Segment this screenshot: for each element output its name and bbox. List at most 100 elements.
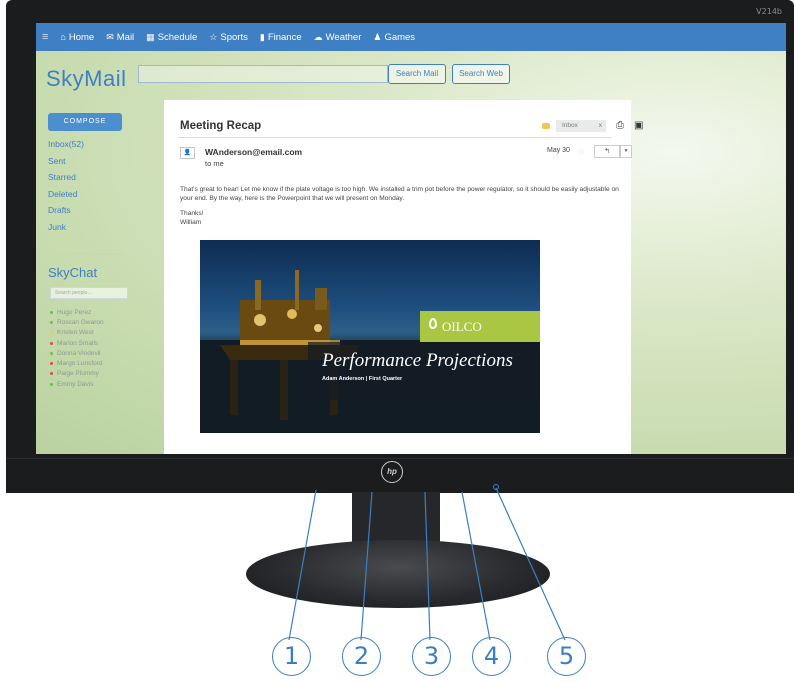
email-panel: Meeting Recap Inbox x ⎙ ▣ 👤 WAnderson@em…	[164, 100, 643, 454]
email-date: May 30	[547, 147, 570, 154]
contact-name: Donna Vindevil	[57, 349, 101, 357]
search-input[interactable]	[138, 65, 388, 83]
status-dot-icon	[50, 320, 53, 324]
nav-item-label: Schedule	[157, 31, 198, 43]
contact-item[interactable]: Roscan Gwaron	[50, 317, 104, 327]
header-divider	[178, 137, 612, 138]
contact-name: Marion Smalls	[57, 339, 99, 347]
cloud-icon: ☁	[313, 31, 323, 42]
reply-button[interactable]: ↰	[594, 145, 620, 158]
chat-title: SkyChat	[48, 265, 98, 280]
contact-name: Margo Lunsford	[57, 360, 103, 368]
nav-item-label: Finance	[267, 31, 302, 43]
folder-chip[interactable]: Inbox x	[556, 120, 606, 132]
callout-2: 2	[342, 637, 381, 676]
nav-item-games[interactable]: ♟ Games	[373, 32, 415, 43]
status-dot-icon	[50, 372, 53, 376]
contact-item[interactable]: Paige Plummy	[50, 369, 104, 379]
nav-item-label: Sports	[220, 31, 248, 43]
reply-icon: ↰	[604, 148, 610, 155]
callout-1: 1	[272, 637, 311, 676]
folder-junk[interactable]: Junk	[48, 222, 84, 239]
chevron-down-icon: ▼	[623, 148, 629, 154]
home-icon: ⌂	[60, 32, 66, 42]
callout-4: 4	[472, 637, 511, 676]
nav-item-label: Games	[384, 31, 416, 43]
nav-item-weather[interactable]: ☁ Weather	[314, 32, 362, 43]
contact-item[interactable]: Donna Vindevil	[50, 348, 104, 358]
calendar-icon: ▦	[146, 31, 155, 42]
contact-name: Roscan Gwaron	[57, 318, 104, 326]
callout-5: 5	[547, 637, 586, 676]
contact-list: Hugo Perez Roscan Gwaron Kristen West Mario…	[50, 307, 104, 389]
folder-chip-close[interactable]: x	[599, 120, 602, 132]
contact-item[interactable]: Emmy Davis	[50, 379, 104, 389]
nav-item-finance[interactable]: ▮ Finance	[260, 32, 302, 43]
chat-search-input[interactable]: Search people...	[50, 287, 128, 299]
status-dot-icon	[50, 310, 53, 314]
chart-icon: ▮	[259, 31, 265, 42]
presentation-subtitle: Adam Anderson | First Quarter	[322, 376, 403, 382]
contact-item[interactable]: Marion Smalls	[50, 338, 104, 348]
hp-logo: hp	[381, 461, 403, 483]
label-tag-icon[interactable]	[542, 123, 550, 129]
sidebar-divider	[48, 253, 123, 254]
closing-text: Thanks!	[180, 210, 204, 217]
recipient-label: to me	[205, 159, 224, 168]
nav-item-label: Weather	[325, 31, 362, 43]
nav-item-label: Mail	[116, 31, 135, 43]
search-mail-button[interactable]: Search Mail	[388, 64, 446, 84]
pawn-icon: ♟	[373, 31, 382, 42]
folder-sent[interactable]: Sent	[48, 156, 84, 173]
folder-deleted[interactable]: Deleted	[48, 189, 84, 206]
menu-icon[interactable]: ≡	[42, 31, 48, 43]
email-body: That's great to hear! Let me know if the…	[180, 186, 619, 202]
status-dot-icon	[50, 362, 53, 366]
email-signoff: Thanks! William	[180, 210, 203, 227]
monitor-bezel: V214b ≡ ⌂ Home ✉ Mail ▦ Schedule ☆ Sports ▮ Finan…	[6, 0, 794, 492]
contact-name: Kristen West	[57, 329, 94, 337]
email-subject: Meeting Recap	[180, 120, 262, 132]
sender-email: WAnderson@email.com	[205, 147, 303, 157]
oil-drop-icon	[429, 318, 437, 329]
folder-starred[interactable]: Starred	[48, 172, 84, 189]
contact-name: Paige Plummy	[57, 370, 99, 378]
contact-item[interactable]: Margo Lunsford	[50, 358, 104, 368]
search-web-button[interactable]: Search Web	[452, 64, 510, 84]
contact-name: Hugo Perez	[57, 308, 92, 316]
callout-3: 3	[412, 637, 451, 676]
app-logo: SkyMail	[46, 66, 127, 91]
nav-item-schedule[interactable]: ▦ Schedule	[146, 32, 197, 43]
brand-name: OILCO	[442, 319, 482, 334]
status-dot-icon	[50, 382, 53, 386]
folder-chip-label: Inbox	[562, 122, 578, 129]
nav-item-home[interactable]: ⌂ Home	[60, 32, 94, 43]
folder-list: Inbox(52) Sent Starred Deleted Drafts Ju…	[48, 139, 84, 238]
contact-name: Emmy Davis	[57, 380, 94, 388]
contact-item[interactable]: Hugo Perez	[50, 307, 104, 317]
more-actions-button[interactable]: ▼	[620, 145, 632, 158]
status-dot-icon	[50, 331, 53, 335]
status-dot-icon	[50, 341, 53, 345]
presentation-title: Performance Projections	[322, 350, 513, 371]
image-icon[interactable]: ▣	[634, 120, 643, 131]
contact-item[interactable]: Kristen West	[50, 328, 104, 338]
signature-text: William	[180, 218, 202, 226]
nav-item-sports[interactable]: ☆ Sports	[209, 32, 248, 43]
sender-avatar: 👤	[180, 147, 195, 159]
model-label: V214b	[756, 7, 782, 16]
star-icon[interactable]: ☆	[578, 147, 585, 156]
print-icon[interactable]: ⎙	[616, 120, 624, 131]
nav-item-mail[interactable]: ✉ Mail	[106, 32, 134, 43]
nav-item-label: Home	[68, 31, 95, 43]
mail-icon: ✉	[106, 31, 114, 42]
trophy-icon: ☆	[209, 31, 218, 42]
status-dot-icon	[50, 351, 53, 355]
presentation-preview[interactable]: OILCO Performance Projections Adam Ander…	[200, 240, 540, 433]
top-nav: ≡ ⌂ Home ✉ Mail ▦ Schedule ☆ Sports ▮ Finance ☁ Wea…	[36, 23, 786, 51]
compose-button[interactable]: COMPOSE	[48, 113, 122, 131]
screen: ≡ ⌂ Home ✉ Mail ▦ Schedule ☆ Sports ▮ Finance ☁ Wea…	[36, 23, 786, 454]
folder-drafts[interactable]: Drafts	[48, 205, 84, 222]
folder-inbox[interactable]: Inbox(52)	[48, 139, 84, 156]
monitor-base	[246, 540, 550, 608]
